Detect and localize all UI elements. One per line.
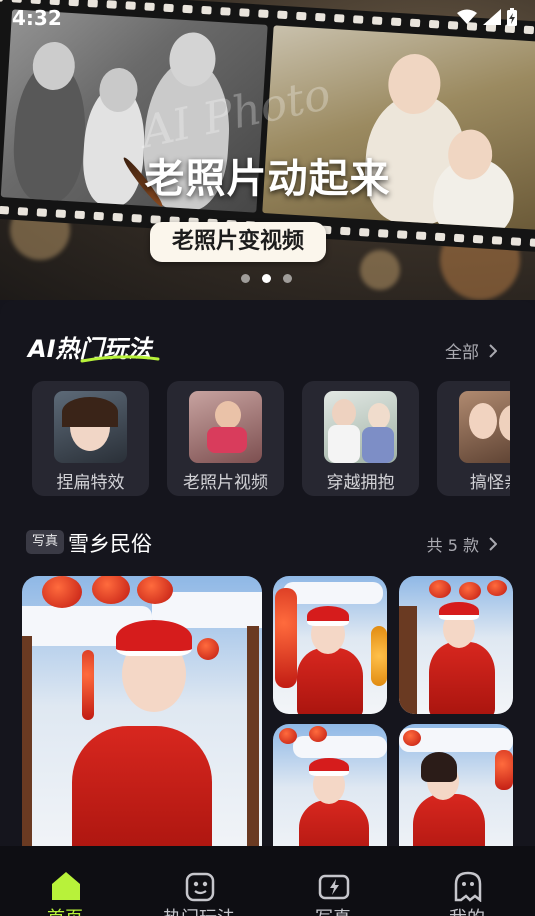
template-photo[interactable] <box>273 724 387 866</box>
see-all-link[interactable]: 全部 <box>445 338 497 363</box>
banner-title: 老照片动起来 <box>144 156 391 202</box>
girl-figure <box>72 726 212 866</box>
feature-thumbnail <box>189 391 262 463</box>
template-section-title: 雪乡民俗 <box>68 532 152 556</box>
wooden-post <box>247 626 259 866</box>
title-underline-decoration <box>80 355 160 363</box>
red-lantern <box>403 730 421 746</box>
promo-banner[interactable]: AI Photo 老照片动起来 老照片变视频 <box>0 0 535 300</box>
chevron-right-icon <box>489 343 497 358</box>
feature-thumbnail <box>459 391 510 463</box>
feature-label: 老照片视频 <box>183 473 268 493</box>
red-lantern <box>42 576 82 608</box>
nav-label: 首页 <box>10 904 120 916</box>
home-content: AI热门玩法 全部 捏扁特效 老照片视频 穿越拥抱 搞怪 写真 雪乡民俗 共 5… <box>0 300 535 866</box>
ai-feature-card[interactable]: 捏扁特效 <box>32 381 149 496</box>
red-lantern <box>197 638 219 660</box>
nav-label: 热门玩法 <box>144 904 254 916</box>
snowy-roof <box>293 736 387 758</box>
girl-figure <box>297 648 363 714</box>
battery-charging-icon <box>507 8 517 26</box>
candied-haws <box>82 650 94 720</box>
feature-thumbnail <box>54 391 127 463</box>
red-lantern <box>309 726 327 742</box>
ai-feature-card[interactable]: 老照片视频 <box>167 381 284 496</box>
see-all-label: 全部 <box>445 343 479 363</box>
santa-hat <box>439 602 479 620</box>
banner-subtitle: 老照片变视频 <box>150 222 327 262</box>
template-photo[interactable] <box>273 576 387 714</box>
carousel-indicator <box>241 274 292 283</box>
wooden-post <box>22 636 32 866</box>
red-lantern <box>487 580 507 596</box>
bokeh-light <box>360 250 400 290</box>
red-lantern <box>275 588 297 688</box>
red-lantern <box>92 576 130 604</box>
red-lantern <box>429 580 451 598</box>
bottom-navigation: 首页 热门玩法 写真 我的 <box>0 846 535 916</box>
snowy-roof <box>283 582 383 604</box>
status-icons <box>457 8 517 26</box>
cellular-signal-icon <box>483 9 501 25</box>
status-time: 4:32 <box>12 6 62 30</box>
hair <box>421 752 457 782</box>
red-lantern <box>495 750 513 790</box>
template-count: 共 5 款 <box>426 536 479 555</box>
red-lantern <box>459 582 481 600</box>
template-count-link[interactable]: 共 5 款 <box>427 532 497 556</box>
fun-face-icon <box>185 872 215 902</box>
carousel-dot-active[interactable] <box>262 274 271 283</box>
nav-label: 我的 <box>412 904 522 916</box>
category-tag: 写真 <box>26 530 65 554</box>
girl-figure <box>429 642 495 714</box>
nav-label: 写真 <box>278 904 388 916</box>
home-icon <box>52 872 80 900</box>
carousel-dot[interactable] <box>283 274 292 283</box>
portrait-flash-icon <box>318 874 350 900</box>
template-photo-large[interactable] <box>22 576 262 866</box>
chevron-right-icon <box>489 537 497 551</box>
santa-hat <box>307 606 349 626</box>
santa-hat <box>309 758 349 776</box>
feature-label: 捏扁特效 <box>56 473 125 493</box>
template-photo[interactable] <box>399 576 513 714</box>
ai-feature-card[interactable]: 穿越拥抱 <box>302 381 419 496</box>
ghost-profile-icon <box>454 871 482 902</box>
santa-hat <box>116 620 192 656</box>
lantern-yellow <box>371 626 387 686</box>
feature-thumbnail <box>324 391 397 463</box>
carousel-dot[interactable] <box>241 274 250 283</box>
status-bar: 4:32 <box>0 0 535 36</box>
template-photo[interactable] <box>399 724 513 866</box>
wooden-post <box>399 606 417 714</box>
ai-feature-card[interactable]: 搞怪亲 <box>437 381 510 496</box>
feature-label: 穿越拥抱 <box>326 473 395 493</box>
ai-feature-list[interactable]: 捏扁特效 老照片视频 穿越拥抱 搞怪亲 <box>32 381 510 497</box>
red-lantern <box>279 728 297 744</box>
feature-label: 搞怪亲 <box>470 473 510 493</box>
red-lantern <box>137 576 173 604</box>
wifi-icon <box>457 9 477 24</box>
